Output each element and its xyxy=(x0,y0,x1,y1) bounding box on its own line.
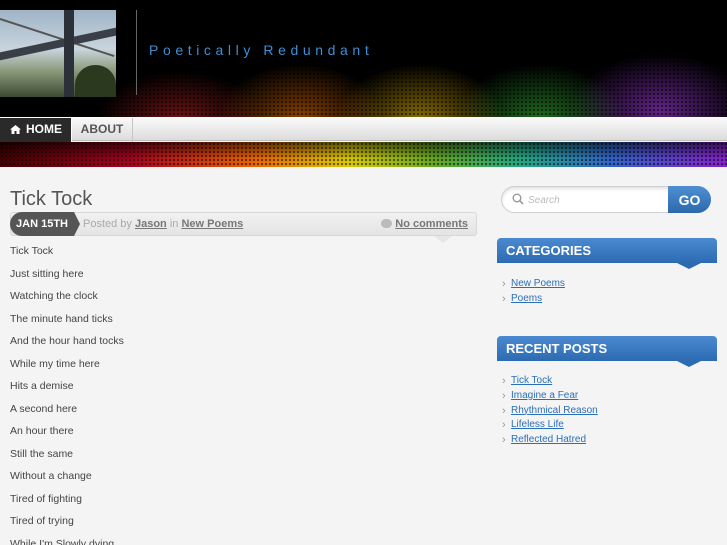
poem-line: The minute hand ticks xyxy=(10,312,113,325)
recent-post-link[interactable]: Reflected Hatred xyxy=(511,434,586,445)
post-meta: Posted by Jason in New Poems xyxy=(83,218,243,230)
list-item: Lifeless Life xyxy=(502,418,598,433)
posted-by-text: Posted by xyxy=(83,218,132,230)
search-input[interactable] xyxy=(528,192,668,208)
list-item: Rhythmical Reason xyxy=(502,404,598,419)
poem-line: Tick Tock xyxy=(10,245,54,257)
list-item: New Poems xyxy=(502,277,565,292)
category-link[interactable]: New Poems xyxy=(181,218,243,230)
nav-about[interactable]: About xyxy=(71,118,133,142)
header-bridge-photo xyxy=(0,10,116,97)
search-go-button[interactable]: GO xyxy=(668,186,711,213)
poem-line: Tired of trying xyxy=(10,515,74,527)
poem-line: An hour there xyxy=(10,425,74,437)
poem-line: And the hour hand tocks xyxy=(10,335,124,347)
nav-home-label: Home xyxy=(26,122,62,136)
categories-heading: CATEGORIES xyxy=(497,238,717,269)
search-icon xyxy=(512,193,524,205)
list-item: Imagine a Fear xyxy=(502,389,598,404)
poem-line: Watching the clock xyxy=(10,290,98,302)
site-header: Poetically Redundant xyxy=(0,0,727,117)
categories-list: New Poems Poems xyxy=(502,277,565,307)
nav-about-label: About xyxy=(80,122,124,136)
recent-post-link[interactable]: Tick Tock xyxy=(511,375,552,386)
poem-line: A second here xyxy=(10,402,78,415)
poem-line: Tired of fighting xyxy=(10,492,82,505)
poem-line: Hits a demise xyxy=(10,380,74,392)
list-item: Poems xyxy=(502,292,565,307)
poem-line: While my time here xyxy=(10,357,100,370)
category-link[interactable]: New Poems xyxy=(511,278,565,289)
poem-line: Still the same xyxy=(10,447,74,460)
post-title[interactable]: Tick Tock xyxy=(10,188,92,211)
post-meta-bar: JAN 15TH Posted by Jason in New Poems No… xyxy=(10,212,477,243)
list-item: Tick Tock xyxy=(502,374,598,389)
nav-home[interactable]: Home xyxy=(0,118,71,147)
poem-line: Just sitting here xyxy=(10,267,84,280)
site-title[interactable]: Poetically Redundant xyxy=(149,42,373,58)
post-date-badge: JAN 15TH xyxy=(10,212,80,236)
comments: No comments xyxy=(381,218,468,230)
decorative-rainbow-stripe xyxy=(0,142,727,167)
recent-post-link[interactable]: Lifeless Life xyxy=(511,419,564,430)
recent-post-link[interactable]: Imagine a Fear xyxy=(511,390,578,401)
main-nav: Home About xyxy=(0,117,727,147)
comment-bubble-icon xyxy=(381,219,393,228)
recent-posts-heading: RECENT POSTS xyxy=(497,336,717,367)
in-text: in xyxy=(169,218,179,230)
recent-posts-list: Tick Tock Imagine a Fear Rhythmical Reas… xyxy=(502,374,598,448)
poem-line: Without a change xyxy=(10,470,92,482)
recent-post-link[interactable]: Rhythmical Reason xyxy=(511,405,598,416)
author-link[interactable]: Jason xyxy=(135,218,167,230)
comments-link[interactable]: No comments xyxy=(395,218,468,230)
category-link[interactable]: Poems xyxy=(511,293,542,304)
poem-line: While I'm Slowly dying xyxy=(10,537,115,545)
post-body: Tick Tock Just sitting here Watching the… xyxy=(10,244,470,545)
home-icon xyxy=(10,125,21,134)
header-divider xyxy=(136,10,137,95)
list-item: Reflected Hatred xyxy=(502,433,598,448)
